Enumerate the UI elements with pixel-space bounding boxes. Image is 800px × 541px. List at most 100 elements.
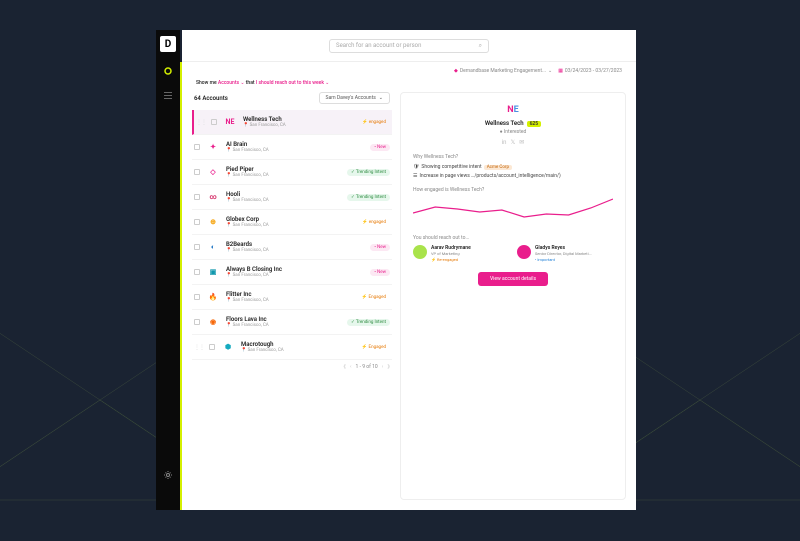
account-row[interactable]: ⊕Globex Corp📍San Francisco, CA⚡ engaged bbox=[192, 210, 392, 235]
why-title: Why Wellness Tech? bbox=[413, 154, 613, 160]
shield-icon: 🛡 bbox=[413, 164, 419, 170]
contact-title: Senior Director, Digital Marketi... bbox=[535, 251, 592, 256]
date-filter[interactable]: ▦ 03/24/2023 - 03/27/2023 bbox=[558, 68, 622, 74]
status-tag: ✓ Trending Intent bbox=[347, 194, 390, 201]
contact-tag: ⚡ Re-engaged bbox=[431, 257, 471, 262]
row-checkbox[interactable] bbox=[194, 169, 200, 175]
account-row[interactable]: ◇Pied Piper📍San Francisco, CA✓ Trending … bbox=[192, 160, 392, 185]
account-location: 📍San Francisco, CA bbox=[226, 248, 365, 253]
account-row[interactable]: ▣Always B Closing Inc📍San Francisco, CA•… bbox=[192, 260, 392, 285]
sidebar-item-home[interactable] bbox=[161, 64, 175, 78]
account-row[interactable]: ⋮⋮NEWellness Tech📍San Francisco, CA⚡ eng… bbox=[192, 110, 392, 135]
sidebar-item-settings[interactable] bbox=[161, 468, 175, 482]
account-location: 📍San Francisco, CA bbox=[241, 348, 353, 353]
account-row[interactable]: ✦ AI Brain📍San Francisco, CA • New bbox=[192, 135, 392, 160]
page-next-button[interactable]: › bbox=[382, 364, 384, 370]
pin-icon: 📍 bbox=[226, 248, 232, 253]
drag-handle-icon[interactable]: ⋮⋮ bbox=[194, 344, 204, 351]
search-input[interactable]: Search for an account or person ⌕ bbox=[329, 39, 489, 53]
page-prev-button[interactable]: ‹ bbox=[350, 364, 352, 370]
status-tag: ✓ Trending Intent bbox=[347, 319, 390, 326]
row-checkbox[interactable] bbox=[211, 119, 217, 125]
account-logo: ∞ bbox=[205, 189, 221, 205]
row-checkbox[interactable] bbox=[194, 244, 200, 250]
drag-handle-icon[interactable]: ⋮⋮ bbox=[196, 119, 206, 126]
accent-line bbox=[180, 62, 182, 510]
page-first-button[interactable]: ⟪ bbox=[343, 364, 346, 370]
status-tag: ⚡ Engaged bbox=[358, 344, 390, 351]
account-name: B2Beards bbox=[226, 241, 365, 248]
row-checkbox[interactable] bbox=[194, 269, 200, 275]
pin-icon: 📍 bbox=[226, 198, 232, 203]
account-count: 64 Accounts bbox=[194, 95, 228, 102]
account-name: Always B Closing Inc bbox=[226, 266, 365, 273]
account-location: 📍San Francisco, CA bbox=[226, 298, 353, 303]
row-checkbox[interactable] bbox=[194, 144, 200, 150]
row-checkbox[interactable] bbox=[194, 319, 200, 325]
reach-title: You should reach out to... bbox=[413, 235, 613, 241]
pin-icon: 📍 bbox=[226, 223, 232, 228]
sidebar-item-list[interactable] bbox=[161, 88, 175, 102]
row-checkbox[interactable] bbox=[194, 294, 200, 300]
account-name: Globex Corp bbox=[226, 216, 353, 223]
row-checkbox[interactable] bbox=[194, 219, 200, 225]
account-logo: ⬢ bbox=[220, 339, 236, 355]
segment-filter[interactable]: ◆ Demandbase Marketing Engagement... ⌄ bbox=[454, 68, 552, 74]
account-logo: ◐ bbox=[205, 239, 221, 255]
score-badge: 625 bbox=[527, 121, 542, 127]
status-tag: • New bbox=[370, 144, 390, 151]
topbar: Search for an account or person ⌕ bbox=[182, 30, 636, 62]
app-logo[interactable]: D bbox=[160, 36, 176, 52]
detail-panel: NE Wellness Tech 625 ● Interested in 𝕏 ✉… bbox=[400, 92, 626, 500]
page-last-button[interactable]: ⟫ bbox=[387, 364, 390, 370]
pagination: ⟪ ‹ 1 - 9 of 10 › ⟫ bbox=[192, 360, 392, 374]
insight-pageviews: ☰ Increase in page views …/products/acco… bbox=[413, 173, 613, 179]
engagement-chart bbox=[413, 197, 613, 227]
account-row[interactable]: ◉Floors Lava Inc📍San Francisco, CA✓ Tren… bbox=[192, 310, 392, 335]
status-tag: ⚡ engaged bbox=[358, 119, 390, 126]
calendar-icon: ▦ bbox=[558, 68, 563, 74]
list-owner-dropdown[interactable]: Sam Davey's Accounts ⌄ bbox=[319, 92, 390, 104]
row-checkbox[interactable] bbox=[194, 194, 200, 200]
account-logo: ◇ bbox=[205, 164, 221, 180]
status-tag: ⚡ Engaged bbox=[358, 294, 390, 301]
pin-icon: 📍 bbox=[243, 123, 249, 128]
account-row[interactable]: ⋮⋮⬢Macrotough📍San Francisco, CA⚡ Engaged bbox=[192, 335, 392, 360]
status-tag: • New bbox=[370, 269, 390, 276]
app-window: Search for an account or person ⌕ ◆ Dema… bbox=[182, 30, 636, 510]
chevron-down-icon: ⌄ bbox=[379, 95, 383, 101]
filter-row: ◆ Demandbase Marketing Engagement... ⌄ ▦… bbox=[182, 62, 636, 78]
pin-icon: 📍 bbox=[226, 273, 232, 278]
detail-logo: NE bbox=[503, 103, 523, 117]
account-logo: ▣ bbox=[205, 264, 221, 280]
competitor-tag: Acme Corp bbox=[484, 165, 512, 170]
account-logo: 🔥 bbox=[205, 289, 221, 305]
account-location: 📍San Francisco, CA bbox=[226, 198, 342, 203]
contact-card[interactable]: Aarav RudrymaneVP of Marketing⚡ Re-engag… bbox=[413, 245, 509, 262]
pin-icon: 📍 bbox=[241, 348, 247, 353]
contact-card[interactable]: Gladys ReyesSenior Director, Digital Mar… bbox=[517, 245, 613, 262]
account-row[interactable]: 🔥Flitter Inc📍San Francisco, CA⚡ Engaged bbox=[192, 285, 392, 310]
account-name: Hooli bbox=[226, 191, 342, 198]
account-row[interactable]: ∞ Hooli📍San Francisco, CA ✓ Trending Inten… bbox=[192, 185, 392, 210]
row-checkbox[interactable] bbox=[209, 344, 215, 350]
account-row[interactable]: ◐ B2Beards📍San Francisco, CA • New bbox=[192, 235, 392, 260]
linkedin-icon[interactable]: in bbox=[502, 139, 507, 146]
account-location: 📍San Francisco, CA bbox=[226, 148, 365, 153]
filter-selector[interactable]: I should reach out to this week ⌄ bbox=[256, 80, 330, 86]
contact-tag: • Important bbox=[535, 257, 592, 262]
sidebar: D bbox=[156, 30, 180, 510]
account-logo: ✦ bbox=[205, 139, 221, 155]
account-name: AI Brain bbox=[226, 141, 365, 148]
email-icon[interactable]: ✉ bbox=[519, 139, 524, 146]
status-tag: • New bbox=[370, 244, 390, 251]
account-logo: ⊕ bbox=[205, 214, 221, 230]
view-details-button[interactable]: View account details bbox=[478, 272, 548, 286]
entity-selector[interactable]: Accounts ⌄ bbox=[218, 80, 245, 86]
twitter-icon[interactable]: 𝕏 bbox=[510, 139, 515, 146]
pin-icon: 📍 bbox=[226, 148, 232, 153]
pin-icon: 📍 bbox=[226, 323, 232, 328]
account-list: 64 Accounts Sam Davey's Accounts ⌄ ⋮⋮NEW… bbox=[192, 92, 392, 500]
detail-status: ● Interested bbox=[413, 129, 613, 135]
search-placeholder: Search for an account or person bbox=[336, 42, 479, 49]
